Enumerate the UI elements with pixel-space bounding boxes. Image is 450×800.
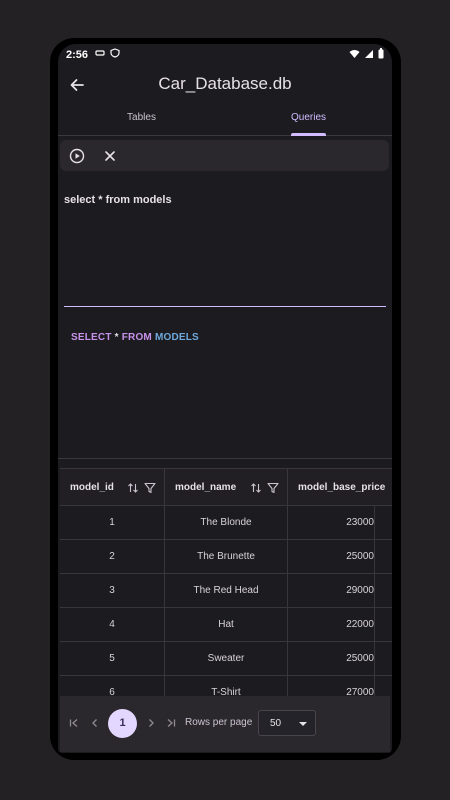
cell-model-base-price: 23000	[288, 506, 375, 540]
cell-model-name: T-Shirt	[165, 676, 288, 696]
wifi-icon	[349, 49, 360, 58]
last-page-icon[interactable]	[164, 716, 178, 730]
notification-icon	[95, 50, 105, 56]
table-row[interactable]: 3 The Red Head 29000	[60, 574, 392, 608]
tab-queries[interactable]: Queries	[225, 106, 392, 136]
rows-per-page-select[interactable]: 50	[258, 710, 316, 736]
arrow-back-icon	[70, 79, 84, 91]
query-toolbar	[60, 140, 389, 171]
rows-per-page-value: 50	[270, 718, 282, 729]
tab-bar: Tables Queries	[58, 106, 392, 136]
cell-model-id: 6	[60, 676, 165, 696]
sort-icon[interactable]	[126, 481, 140, 495]
table-header: model_id model_name model_base_price	[60, 468, 392, 507]
query-editor-underline	[64, 306, 386, 307]
cell-model-base-price: 22000	[288, 608, 375, 642]
status-bar: 2:56	[58, 44, 392, 66]
sql-keyword-select: SELECT	[71, 332, 112, 343]
status-time: 2:56	[66, 49, 89, 61]
cell-model-name: Sweater	[165, 642, 288, 676]
table-row[interactable]: 1 The Blonde 23000	[60, 506, 392, 540]
cell-model-base-price: 25000	[288, 540, 375, 574]
run-query-button[interactable]	[65, 144, 89, 168]
column-header-model-id: model_id	[60, 469, 165, 507]
app-screen: 2:56 Car_Database.db Tables Queries sele…	[58, 44, 392, 753]
section-divider	[58, 458, 392, 459]
column-header-label: model_base_price	[298, 482, 386, 493]
first-page-icon[interactable]	[67, 716, 81, 730]
cell-model-name: The Red Head	[165, 574, 288, 608]
battery-icon	[378, 48, 384, 59]
back-button[interactable]	[64, 72, 90, 98]
tab-tables[interactable]: Tables	[58, 106, 225, 136]
close-icon	[105, 151, 115, 161]
dropdown-caret-icon	[299, 722, 307, 726]
app-bar: Car_Database.db	[58, 66, 392, 104]
results-table[interactable]: model_id model_name model_base_price 1 T…	[60, 468, 392, 696]
pagination-bar: 1 Rows per page 50	[60, 696, 390, 752]
cell-model-id: 3	[60, 574, 165, 608]
sort-icon[interactable]	[249, 481, 263, 495]
sql-table-name: MODELS	[154, 332, 199, 343]
shield-icon	[110, 48, 120, 58]
app-title: Car_Database.db	[158, 74, 292, 93]
cell-model-name: The Blonde	[165, 506, 288, 540]
table-row[interactable]: 4 Hat 22000	[60, 608, 392, 642]
cell-model-id: 4	[60, 608, 165, 642]
column-header-model-base-price: model_base_price	[288, 469, 392, 507]
sql-operator: *	[114, 332, 119, 343]
rows-per-page-label: Rows per page	[185, 717, 253, 728]
cell-model-id: 1	[60, 506, 165, 540]
next-page-icon[interactable]	[144, 716, 158, 730]
signal-icon	[365, 49, 373, 58]
play-circle-icon	[69, 148, 85, 164]
previous-page-icon[interactable]	[88, 716, 102, 730]
table-row[interactable]: 6 T-Shirt 27000	[60, 676, 392, 696]
cell-model-base-price: 27000	[288, 676, 375, 696]
cell-model-base-price: 29000	[288, 574, 375, 608]
cell-model-name: The Brunette	[165, 540, 288, 574]
sql-keyword-from: FROM	[121, 332, 152, 343]
cell-model-base-price: 25000	[288, 642, 375, 676]
tab-indicator	[291, 133, 326, 136]
status-system-icons	[349, 48, 384, 59]
filter-icon[interactable]	[266, 481, 280, 495]
clear-query-button[interactable]	[98, 144, 122, 168]
status-notification-icons	[95, 48, 120, 58]
table-row[interactable]: 2 The Brunette 25000	[60, 540, 392, 574]
column-header-label: model_name	[175, 482, 237, 493]
cell-model-id: 5	[60, 642, 165, 676]
column-header-model-name: model_name	[165, 469, 288, 507]
filter-icon[interactable]	[143, 481, 157, 495]
cell-model-id: 2	[60, 540, 165, 574]
query-editor[interactable]: select * from models	[64, 194, 172, 206]
column-header-label: model_id	[70, 482, 114, 493]
sql-preview: SELECT * FROM MODELS	[71, 332, 199, 343]
current-page-button[interactable]: 1	[108, 709, 137, 738]
table-row[interactable]: 5 Sweater 25000	[60, 642, 392, 676]
cell-model-name: Hat	[165, 608, 288, 642]
